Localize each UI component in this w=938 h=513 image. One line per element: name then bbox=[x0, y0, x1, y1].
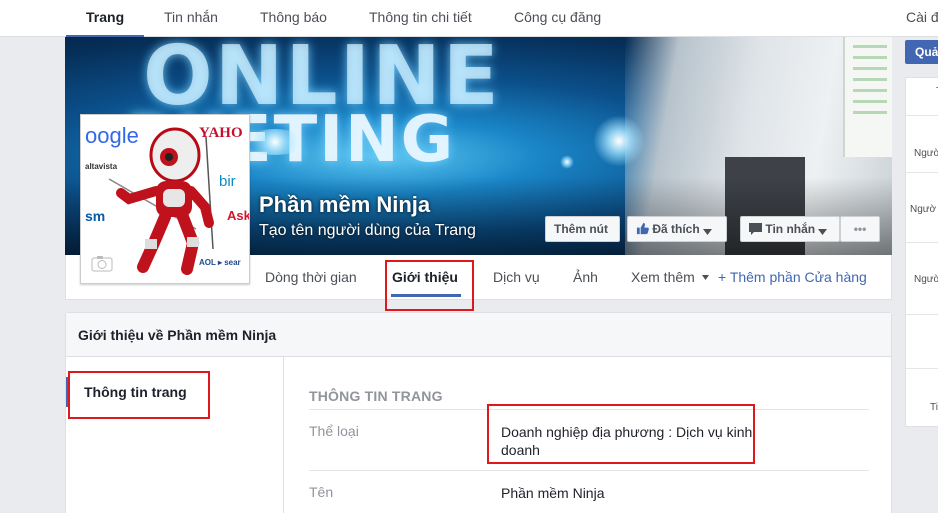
tab-publishing-tools[interactable]: Công cụ đăng bbox=[514, 0, 601, 37]
lens-flare bbox=[245, 129, 305, 155]
right-sidebar-card: T Ngườ Ngườ Ngườ Ti bbox=[905, 77, 938, 427]
right-card-item[interactable]: Ngườ bbox=[910, 204, 936, 215]
about-card-title: Giới thiệu về Phần mềm Ninja bbox=[66, 313, 891, 357]
camera-icon[interactable] bbox=[91, 255, 113, 272]
chevron-down-icon bbox=[818, 229, 828, 235]
thumbs-up-icon bbox=[636, 222, 649, 235]
page-title: Phần mềm Ninja bbox=[259, 192, 431, 217]
divider bbox=[906, 314, 938, 315]
message-label: Tin nhắn bbox=[765, 222, 816, 236]
lens-flare bbox=[560, 155, 574, 169]
divider bbox=[906, 368, 938, 369]
tab-inbox[interactable]: Tin nhắn bbox=[164, 0, 218, 37]
category-label: Thể loại bbox=[309, 423, 359, 439]
liked-label: Đã thích bbox=[652, 222, 700, 236]
name-label: Tên bbox=[309, 484, 334, 500]
add-shop-section-link[interactable]: + Thêm phần Cửa hàng bbox=[718, 269, 867, 285]
divider bbox=[906, 115, 938, 116]
annotation-box-category bbox=[487, 404, 755, 464]
page-admin-nav: Trang Tin nhắn Thông báo Thông tin chi t… bbox=[0, 0, 938, 37]
tab-page[interactable]: Trang bbox=[66, 0, 145, 37]
tab-services[interactable]: Dịch vụ bbox=[493, 269, 540, 285]
profile-picture[interactable]: oogle YAHO altavista bir sm Ask AOL ▸ se… bbox=[80, 114, 250, 284]
tab-more-label: Xem thêm bbox=[631, 269, 695, 285]
tab-more[interactable]: Xem thêm bbox=[631, 269, 709, 285]
divider bbox=[309, 470, 869, 471]
annotation-box-about-tab bbox=[385, 260, 474, 311]
tab-insights[interactable]: Thông tin chi tiết bbox=[369, 0, 472, 37]
divider bbox=[906, 242, 938, 243]
right-card-item[interactable]: Ti bbox=[930, 402, 938, 413]
ninja-robot-illustration bbox=[108, 127, 214, 275]
cover-screen-graphic bbox=[843, 37, 892, 157]
liked-button[interactable]: Đã thích bbox=[627, 216, 727, 242]
section-title: THÔNG TIN TRANG bbox=[309, 388, 443, 404]
divider bbox=[906, 172, 938, 173]
message-button[interactable]: Tin nhắn bbox=[740, 216, 840, 242]
tab-timeline[interactable]: Dòng thời gian bbox=[265, 269, 357, 285]
chevron-down-icon bbox=[701, 275, 709, 280]
manage-button[interactable]: Quả bbox=[905, 40, 938, 64]
right-card-item[interactable]: Ngườ bbox=[914, 274, 938, 285]
message-icon bbox=[749, 223, 762, 235]
more-options-button[interactable]: ••• bbox=[840, 216, 880, 242]
chevron-down-icon bbox=[703, 229, 713, 235]
name-value: Phần mềm Ninja bbox=[501, 485, 605, 501]
tab-settings[interactable]: Cài đ bbox=[906, 0, 938, 37]
annotation-box-page-info bbox=[68, 371, 210, 419]
add-button-button[interactable]: Thêm nút bbox=[545, 216, 620, 242]
right-card-item[interactable]: Ngườ bbox=[914, 148, 938, 159]
tab-photos[interactable]: Ảnh bbox=[573, 269, 598, 285]
lens-flare bbox=[593, 115, 645, 167]
create-username-link[interactable]: Tạo tên người dùng của Trang bbox=[259, 222, 476, 240]
tab-notifications[interactable]: Thông báo bbox=[260, 0, 327, 37]
